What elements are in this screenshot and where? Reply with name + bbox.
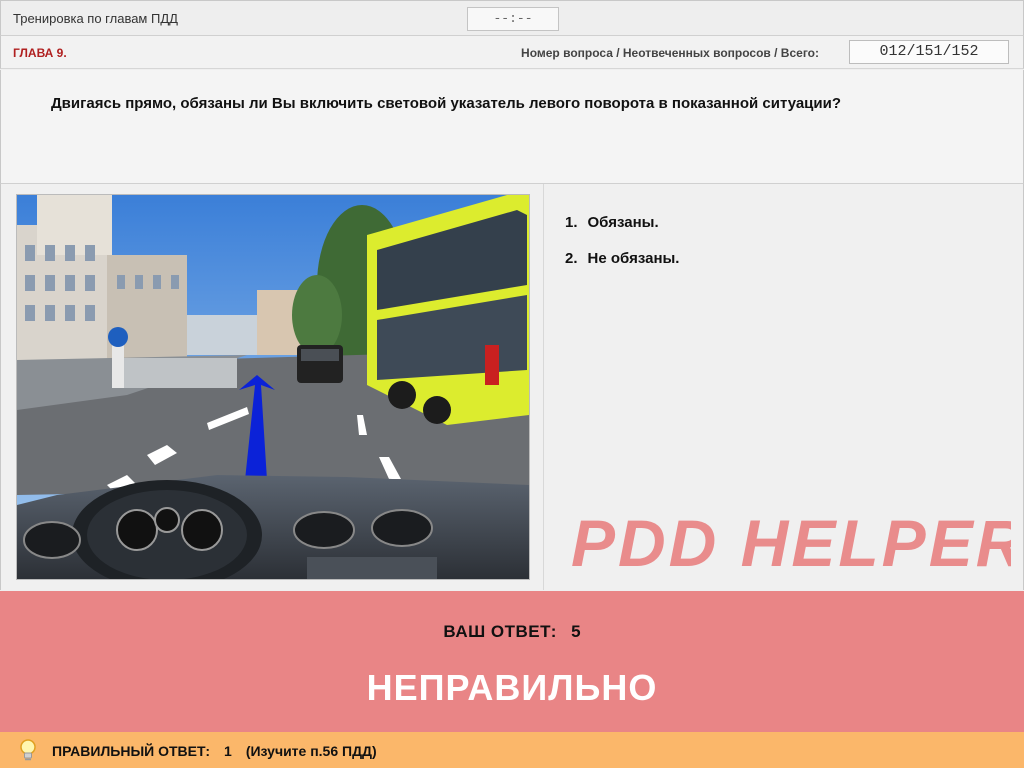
- your-answer-label: ВАШ ОТВЕТ:: [443, 622, 557, 641]
- correct-answer-bar: ПРАВИЛЬНЫЙ ОТВЕТ: 1 (Изучите п.56 ПДД): [0, 732, 1024, 768]
- question-counter: 012/151/152: [849, 40, 1009, 64]
- counter-label: Номер вопроса / Неотвеченных вопросов / …: [521, 46, 819, 60]
- situation-image: [16, 194, 530, 590]
- answer-label: Обязаны.: [587, 214, 659, 231]
- correct-answer-value: 1: [224, 743, 232, 759]
- result-panel: ВАШ ОТВЕТ: 5 НЕПРАВИЛЬНО: [0, 591, 1024, 732]
- app-title: Тренировка по главам ПДД: [13, 11, 178, 26]
- your-answer-row: ВАШ ОТВЕТ: 5: [0, 622, 1024, 642]
- chapter-label: ГЛАВА 9.: [13, 46, 67, 60]
- correct-answer-text: ПРАВИЛЬНЫЙ ОТВЕТ: 1 (Изучите п.56 ПДД): [52, 743, 391, 759]
- road-scene-illustration: [17, 195, 529, 590]
- answer-list: 1. Обязаны. 2. Не обязаны.: [565, 214, 679, 286]
- correct-answer-label: ПРАВИЛЬНЫЙ ОТВЕТ:: [52, 743, 211, 759]
- content-area: 1. Обязаны. 2. Не обязаны. PDD HELPER: [0, 184, 1024, 590]
- answer-option-2[interactable]: 2. Не обязаны.: [565, 250, 679, 267]
- verdict-text: НЕПРАВИЛЬНО: [366, 667, 658, 708]
- content-divider: [543, 184, 544, 590]
- answer-number: 1.: [565, 214, 578, 231]
- study-note: (Изучите п.56 ПДД): [245, 743, 377, 759]
- title-bar: Тренировка по главам ПДД --:--: [0, 0, 1024, 36]
- timer-display: --:--: [467, 7, 559, 31]
- info-bar: ГЛАВА 9. Номер вопроса / Неотвеченных во…: [0, 36, 1024, 69]
- pdd-helper-watermark: PDD HELPER: [571, 506, 1011, 580]
- question-text: Двигаясь прямо, обязаны ли Вы включить с…: [51, 95, 842, 112]
- watermark-text: PDD HELPER: [571, 506, 1011, 580]
- question-area: Двигаясь прямо, обязаны ли Вы включить с…: [0, 70, 1024, 184]
- answer-option-1[interactable]: 1. Обязаны.: [565, 214, 679, 231]
- answer-number: 2.: [565, 250, 578, 267]
- your-answer-value: 5: [571, 622, 581, 641]
- answer-label: Не обязаны.: [587, 250, 680, 267]
- lightbulb-icon: [20, 739, 36, 761]
